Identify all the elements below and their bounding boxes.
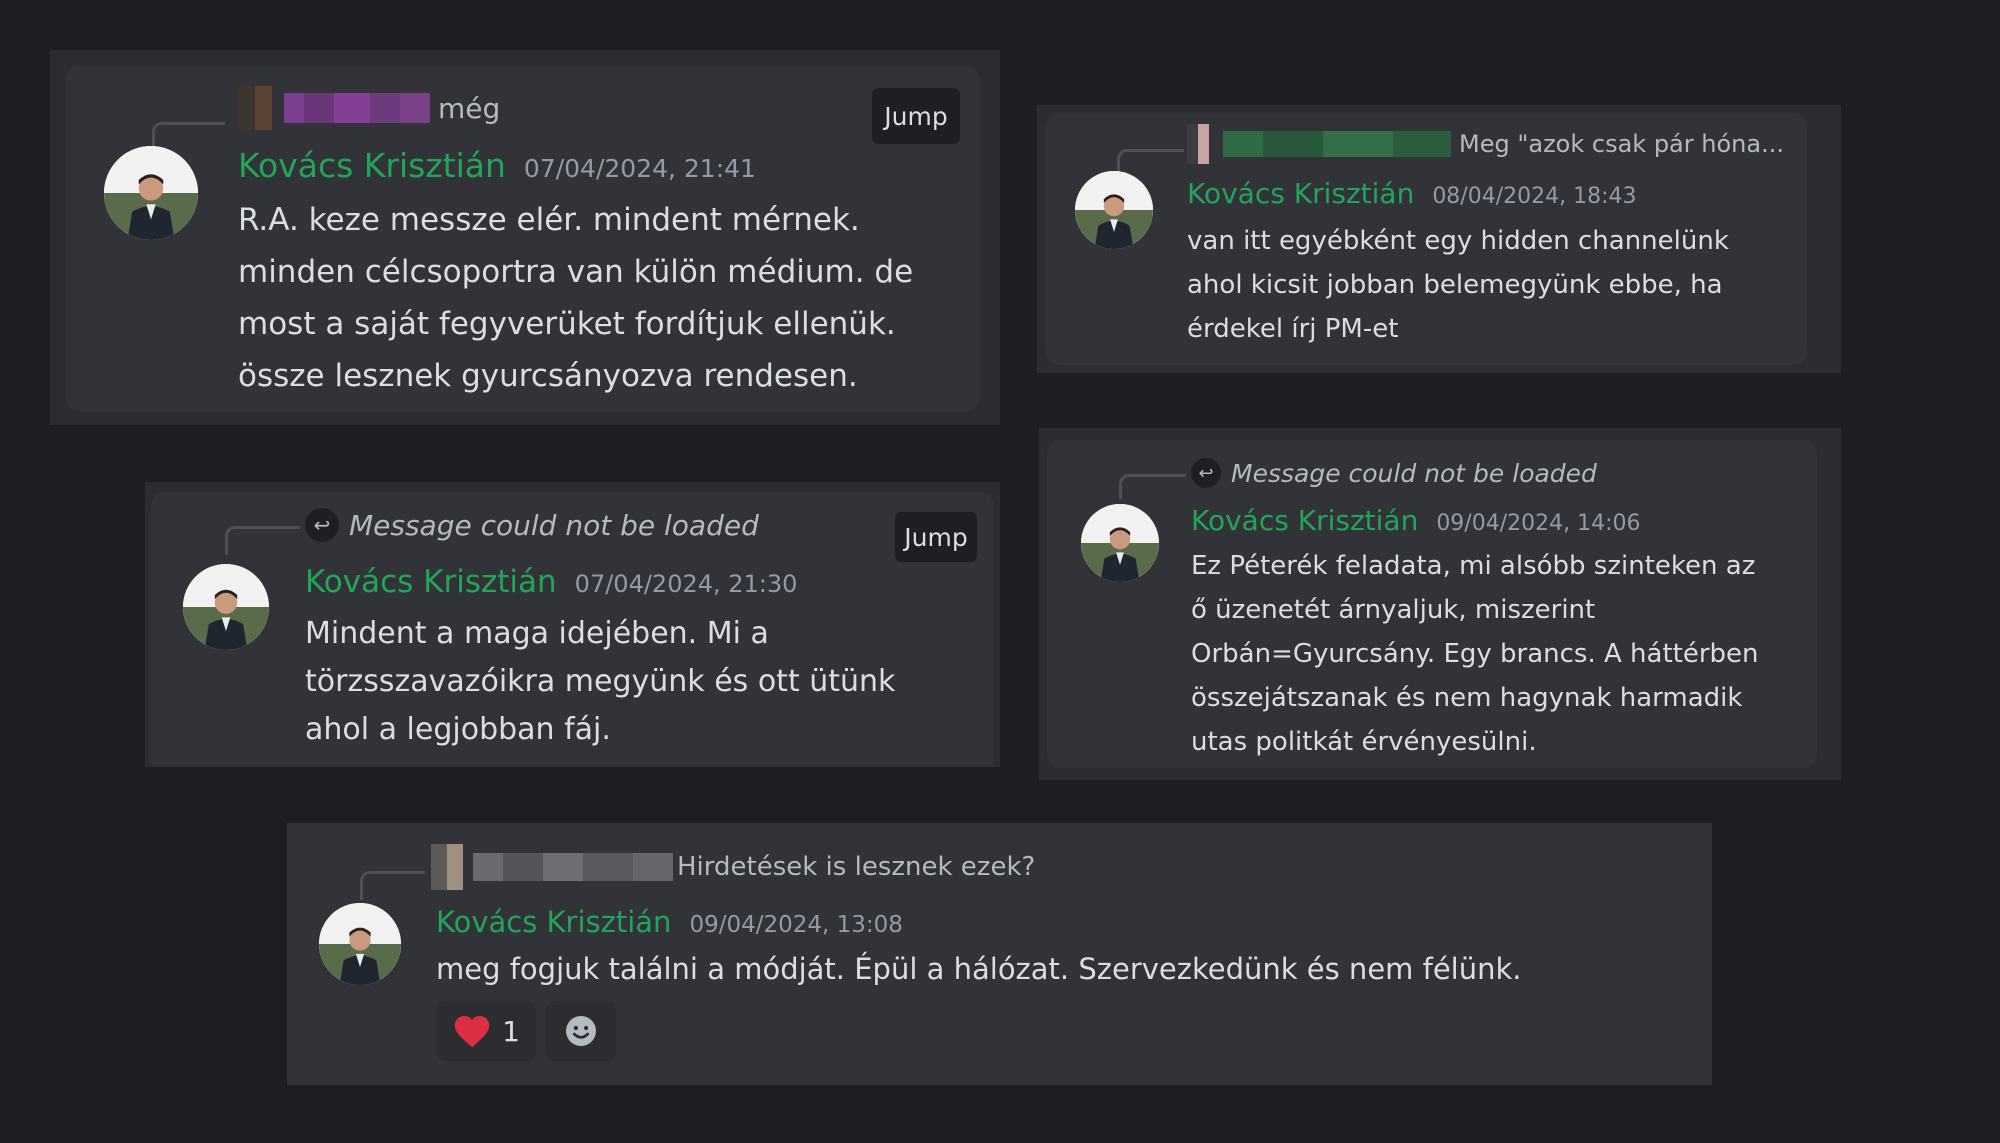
avatar[interactable] xyxy=(104,146,198,240)
reaction-heart[interactable]: 1 xyxy=(436,1001,536,1061)
redacted-avatar xyxy=(238,86,272,130)
author-name[interactable]: Kovács Krisztián xyxy=(238,146,506,185)
author-name[interactable]: Kovács Krisztián xyxy=(1191,504,1418,537)
message-line: összejátszanak és nem hagynak harmadik xyxy=(1191,683,1743,713)
message-line: érdekel írj PM-et xyxy=(1187,314,1399,344)
message-container: még Jump Kovács Krisztián 07/04/2024, 21… xyxy=(66,66,980,412)
avatar[interactable] xyxy=(1075,171,1153,249)
jump-button[interactable]: Jump xyxy=(895,512,977,562)
avatar-image xyxy=(1081,504,1159,582)
timestamp: 09/04/2024, 13:08 xyxy=(689,912,903,938)
message-line: ahol a legjobban fáj. xyxy=(305,712,611,747)
jump-button[interactable]: Jump xyxy=(872,88,960,144)
message-line: ő üzenetét árnyaljuk, miszerint xyxy=(1191,595,1596,625)
message-line: most a saját fegyverüket fordítjuk ellen… xyxy=(238,306,896,342)
message-header: Kovács Krisztián 07/04/2024, 21:41 xyxy=(238,146,756,185)
message-line: ahol kicsit jobban belemegyünk ebbe, ha xyxy=(1187,270,1723,300)
message-container: Meg "azok csak pár hóna... Kovács Kriszt… xyxy=(1045,113,1807,365)
avatar-image xyxy=(104,146,198,240)
avatar-image xyxy=(1075,171,1153,249)
message-line: minden célcsoportra van külön médium. de xyxy=(238,254,914,290)
message-card-1: még Jump Kovács Krisztián 07/04/2024, 21… xyxy=(50,50,1000,425)
message-line: utas politkát érvényesülni. xyxy=(1191,727,1537,757)
redacted-avatar xyxy=(431,844,463,890)
message-line: Ez Péterék feladata, mi alsóbb szinteken… xyxy=(1191,551,1756,581)
reply-preview[interactable]: ↩ Message could not be loaded xyxy=(305,506,759,544)
redacted-username xyxy=(284,93,430,123)
timestamp: 08/04/2024, 18:43 xyxy=(1432,184,1637,209)
author-name[interactable]: Kovács Krisztián xyxy=(436,905,671,939)
reply-text: Meg "azok csak pár hóna... xyxy=(1459,130,1784,158)
reply-text: Message could not be loaded xyxy=(1231,458,1597,488)
reply-arrow-icon: ↩ xyxy=(1191,458,1221,488)
message-line: Orbán=Gyurcsány. Egy brancs. A háttérben xyxy=(1191,639,1759,669)
add-reaction-button[interactable] xyxy=(546,1001,616,1061)
message-line: Mindent a maga idejében. Mi a xyxy=(305,616,769,651)
message-header: Kovács Krisztián 09/04/2024, 13:08 xyxy=(436,905,903,939)
message-body: meg fogjuk találni a módját. Épül a háló… xyxy=(436,947,1522,991)
reply-connector xyxy=(225,526,300,555)
timestamp: 07/04/2024, 21:30 xyxy=(574,570,798,598)
author-name[interactable]: Kovács Krisztián xyxy=(305,564,557,600)
message-body: Ez Péterék feladata, mi alsóbb szinteken… xyxy=(1191,544,1759,764)
avatar[interactable] xyxy=(183,564,269,650)
reaction-count: 1 xyxy=(502,1014,520,1048)
reply-connector xyxy=(1119,474,1186,499)
message-card-3: ↩ Message could not be loaded Jump Kovác… xyxy=(145,482,1000,767)
heart-icon xyxy=(454,1015,490,1048)
avatar-image xyxy=(183,564,269,650)
redacted-username xyxy=(473,853,673,881)
timestamp: 09/04/2024, 14:06 xyxy=(1436,511,1641,536)
redacted-username xyxy=(1223,131,1451,157)
message-body: van itt egyébként egy hidden channelünk … xyxy=(1187,219,1729,351)
message-card-5: Hirdetések is lesznek ezek? Kovács Krisz… xyxy=(287,823,1712,1085)
message-container: ↩ Message could not be loaded Kovács Kri… xyxy=(1047,440,1817,768)
message-header: Kovács Krisztián 08/04/2024, 18:43 xyxy=(1187,177,1637,210)
message-header: Kovács Krisztián 09/04/2024, 14:06 xyxy=(1191,504,1641,537)
reply-text: Hirdetések is lesznek ezek? xyxy=(677,852,1036,882)
redacted-avatar xyxy=(1187,124,1209,164)
timestamp: 07/04/2024, 21:41 xyxy=(523,154,756,183)
avatar-image xyxy=(319,903,401,985)
message-line: van itt egyébként egy hidden channelünk xyxy=(1187,226,1729,256)
message-line: össze lesznek gyurcsányozva rendesen. xyxy=(238,358,858,394)
reply-connector xyxy=(1117,149,1184,176)
reply-text: még xyxy=(438,91,501,125)
reply-arrow-icon: ↩ xyxy=(305,508,339,542)
reply-preview[interactable]: ↩ Message could not be loaded xyxy=(1191,456,1597,490)
message-card-2: Meg "azok csak pár hóna... Kovács Kriszt… xyxy=(1037,105,1841,373)
add-reaction-icon xyxy=(566,1016,596,1046)
reply-preview[interactable]: Meg "azok csak pár hóna... xyxy=(1187,124,1784,164)
avatar[interactable] xyxy=(1081,504,1159,582)
message-card-4: ↩ Message could not be loaded Kovács Kri… xyxy=(1039,428,1841,780)
reply-connector xyxy=(360,871,425,900)
reply-preview[interactable]: még xyxy=(238,86,501,130)
message-line: meg fogjuk találni a módját. Épül a háló… xyxy=(436,952,1522,986)
reply-text: Message could not be loaded xyxy=(349,508,759,542)
message-line: R.A. keze messze elér. mindent mérnek. xyxy=(238,202,860,238)
message-header: Kovács Krisztián 07/04/2024, 21:30 xyxy=(305,564,797,600)
reply-preview[interactable]: Hirdetések is lesznek ezek? xyxy=(431,844,1036,890)
message-container: ↩ Message could not be loaded Jump Kovác… xyxy=(151,492,994,767)
message-line: törzsszavazóikra megyünk és ott ütünk xyxy=(305,664,896,699)
message-body: Mindent a maga idejében. Mi a törzsszava… xyxy=(305,610,895,754)
author-name[interactable]: Kovács Krisztián xyxy=(1187,177,1414,210)
avatar[interactable] xyxy=(319,903,401,985)
message-body: R.A. keze messze elér. mindent mérnek. m… xyxy=(238,194,913,402)
